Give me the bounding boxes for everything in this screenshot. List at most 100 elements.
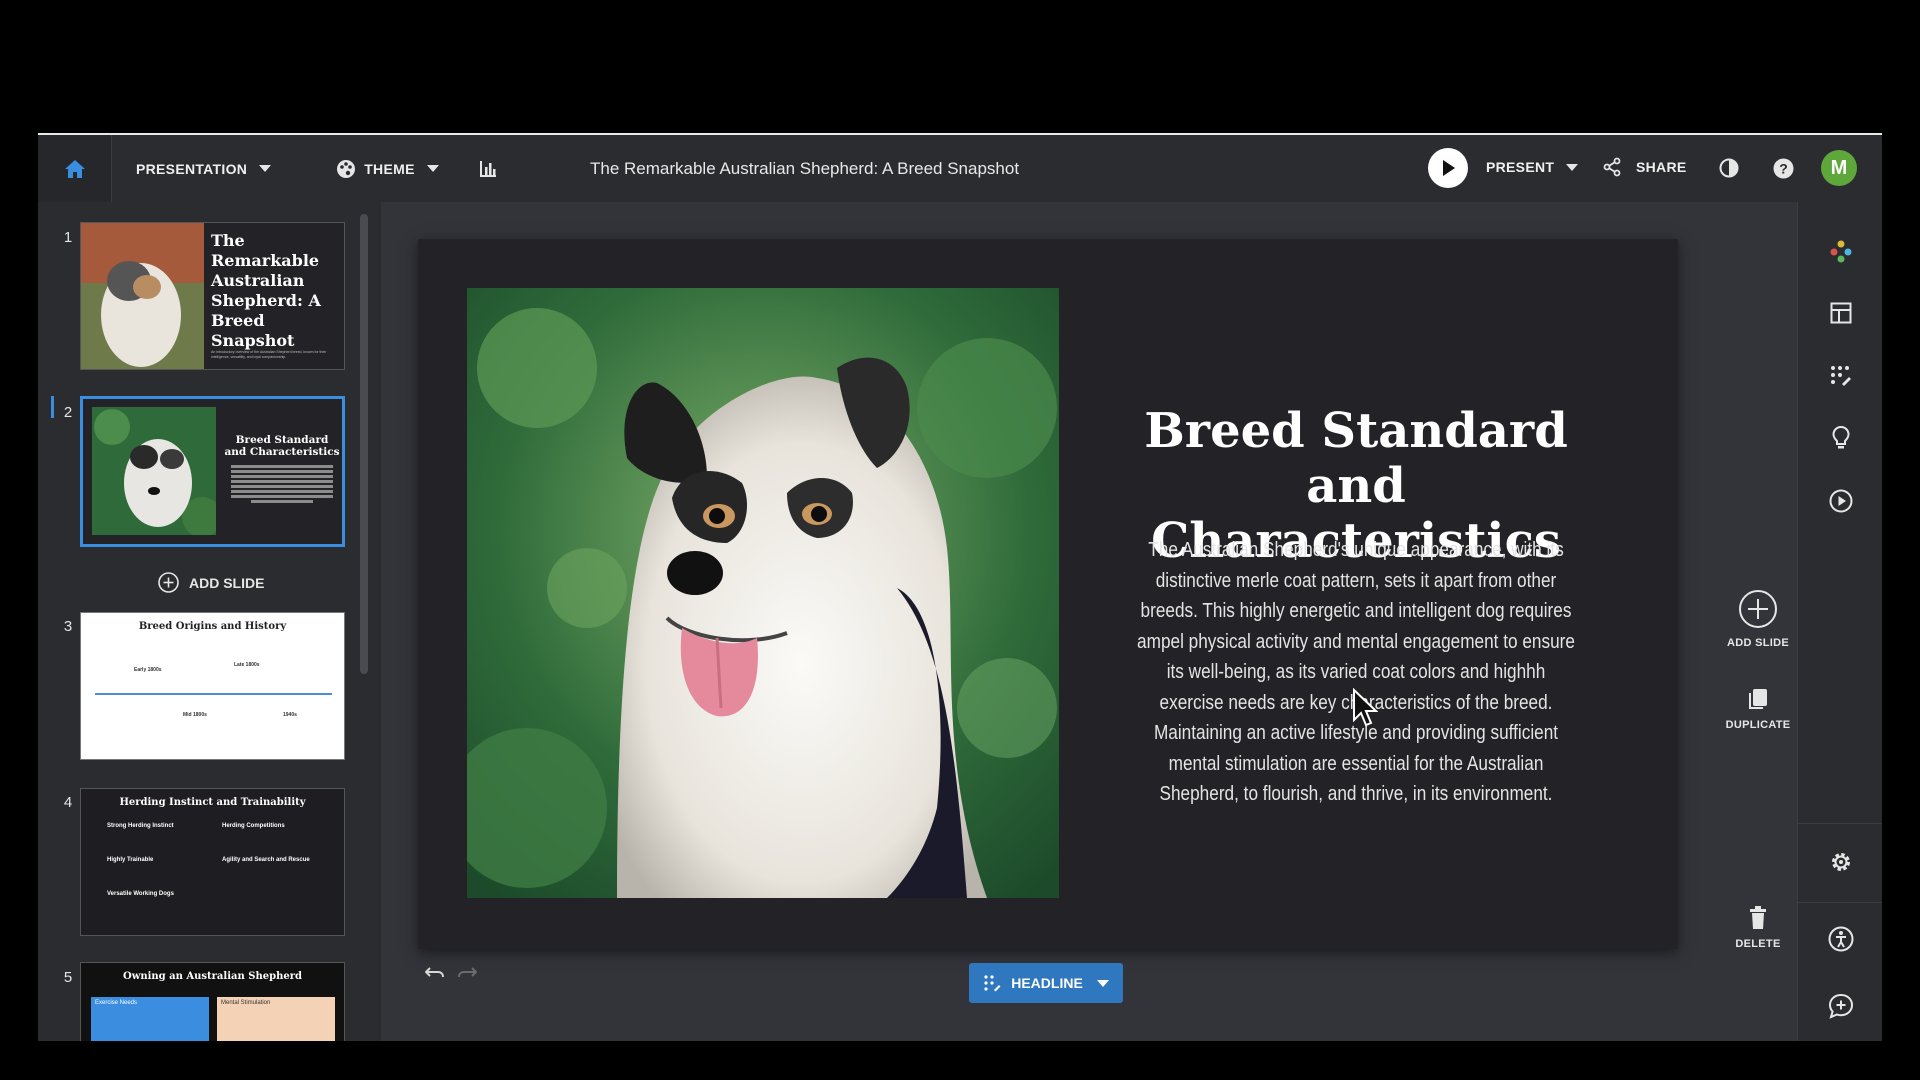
slide-number: 4 [63,794,73,811]
slide-number: 3 [63,618,73,635]
mouse-cursor-icon [1353,688,1378,727]
dots-pencil-icon [1831,366,1851,386]
timeline-label: Early 1800s [134,667,162,673]
duplicate-icon [1749,689,1767,709]
dog-photo-thumbnail [81,223,204,369]
table-layout-icon [1830,302,1852,324]
smart-layout-button[interactable] [1828,363,1854,389]
theme-menu-label: THEME [364,160,415,177]
divider [1798,823,1882,824]
present-menu[interactable]: PRESENT [1486,159,1579,175]
delete-button[interactable]: DELETE [1708,906,1808,950]
presentation-menu[interactable]: PRESENTATION [136,160,272,177]
slide-thumbnail-panel: 1 The Remarkable Australian Shepherd: A … [38,202,381,1041]
slide-thumbnail-5[interactable]: Owning an Australian Shepherd Exercise N… [80,962,345,1041]
present-play-button[interactable] [1428,148,1468,188]
thumb-body-lines [231,463,333,505]
slide-number: 2 [63,404,73,421]
slide-thumbnail-3[interactable]: Breed Origins and History Early 1800s La… [80,612,345,760]
home-icon [64,159,85,178]
thumb-bullet: Highly Trainable [107,857,154,863]
top-toolbar: PRESENTATION THEME The Remarkable Austra… [38,135,1882,202]
timeline-label: 1940s [283,712,297,718]
colorful-dots-icon [1830,240,1852,263]
help-button[interactable]: ? [1773,158,1794,184]
lightbulb-icon [1832,426,1850,449]
slide-thumbnail-4[interactable]: Herding Instinct and Trainability Strong… [80,788,345,936]
share-button[interactable]: SHARE [1602,157,1687,177]
plus-circle-icon [158,572,179,593]
present-label: PRESENT [1486,159,1555,175]
dog-photo[interactable] [467,288,1059,898]
thumb-bullet: Agility and Search and Rescue [222,857,310,863]
slide-canvas[interactable]: Breed Standard and Characteristics The A… [418,239,1790,950]
help-icon: ? [1773,158,1794,179]
gear-icon [1832,853,1850,871]
layout-button[interactable] [1828,300,1854,326]
document-title[interactable]: The Remarkable Australian Shepherd: A Br… [590,159,1019,179]
thumb-bullet: Strong Herding Instinct [107,823,174,829]
slide-number: 1 [63,229,73,246]
duplicate-label: DUPLICATE [1725,719,1791,731]
ideas-button[interactable] [1828,425,1854,451]
comments-button[interactable] [1828,993,1854,1019]
thumb-card: Mental Stimulation [217,997,335,1041]
thumb-card: Exercise Needs [91,997,209,1041]
sidebar-add-slide-button[interactable]: ADD SLIDE [158,572,264,593]
app-window: PRESENTATION THEME The Remarkable Austra… [38,133,1882,1041]
add-slide-button[interactable]: ADD SLIDE [1708,589,1808,649]
settings-button[interactable] [1828,849,1854,875]
divider [1798,902,1882,903]
chevron-down-icon [259,165,272,172]
sidebar-scrollbar[interactable] [360,214,368,674]
chevron-down-icon [1096,979,1109,987]
comment-plus-icon [1828,993,1854,1019]
timeline-label: Mid 1800s [183,712,207,718]
presentation-menu-label: PRESENTATION [136,160,248,177]
ai-assistant-button[interactable] [1828,238,1854,264]
thumb-subtitle: An introductory overview of the Australi… [211,350,327,359]
chart-button[interactable] [479,160,497,178]
thumb-title: Breed Origins and History [138,621,287,632]
share-label: SHARE [1636,159,1687,175]
thumb-card-label: Exercise Needs [95,1000,138,1006]
thumb-title: The Remarkable Australian Shepherd: A Br… [211,231,321,350]
play-icon [1443,160,1455,176]
timeline-label: Late 1800s [234,662,260,668]
theme-menu[interactable]: THEME [336,159,439,179]
avatar[interactable]: M [1821,150,1857,186]
trash-icon [1750,906,1766,929]
plus-circle-icon [1739,590,1777,628]
australian-shepherd-image [467,288,1059,898]
right-toolbar [1797,202,1882,1041]
slide-number: 5 [63,969,73,986]
thumb-card-label: Mental Stimulation [221,1000,271,1006]
slide-thumbnail-2[interactable]: Breed Standard and Characteristics [80,396,345,547]
contrast-toggle[interactable] [1719,158,1739,183]
delete-label: DELETE [1735,938,1781,950]
dog-photo-thumbnail [92,407,216,535]
chevron-down-icon [1566,163,1579,171]
thumb-bullet: Herding Competitions [222,823,285,829]
thumb-title: Owning an Australian Shepherd [123,971,302,982]
home-button[interactable] [38,135,112,202]
add-slide-action-label: ADD SLIDE [1727,637,1789,649]
duplicate-button[interactable]: DUPLICATE [1708,687,1808,731]
palette-icon [337,159,356,178]
headline-layout-button[interactable]: HEADLINE [969,963,1123,1003]
layout-sparkle-icon [984,975,1001,992]
thumb-title: Breed Standard and Characteristics [224,434,340,458]
accessibility-button[interactable] [1828,926,1854,952]
accessibility-icon [1828,926,1854,952]
add-slide-label: ADD SLIDE [189,574,265,591]
headline-label: HEADLINE [1011,975,1083,991]
thumb-bullet: Versatile Working Dogs [107,891,174,897]
slide-thumbnail-1[interactable]: The Remarkable Australian Shepherd: A Br… [80,222,345,370]
share-icon [1603,157,1621,177]
undo-icon[interactable] [425,965,445,979]
redo-icon[interactable] [457,965,477,979]
slide-body-text[interactable]: The Australian Shepherd's unique appeara… [1132,535,1579,810]
animation-button[interactable] [1828,488,1854,514]
timeline-line [95,693,332,695]
bar-chart-icon [479,160,496,177]
